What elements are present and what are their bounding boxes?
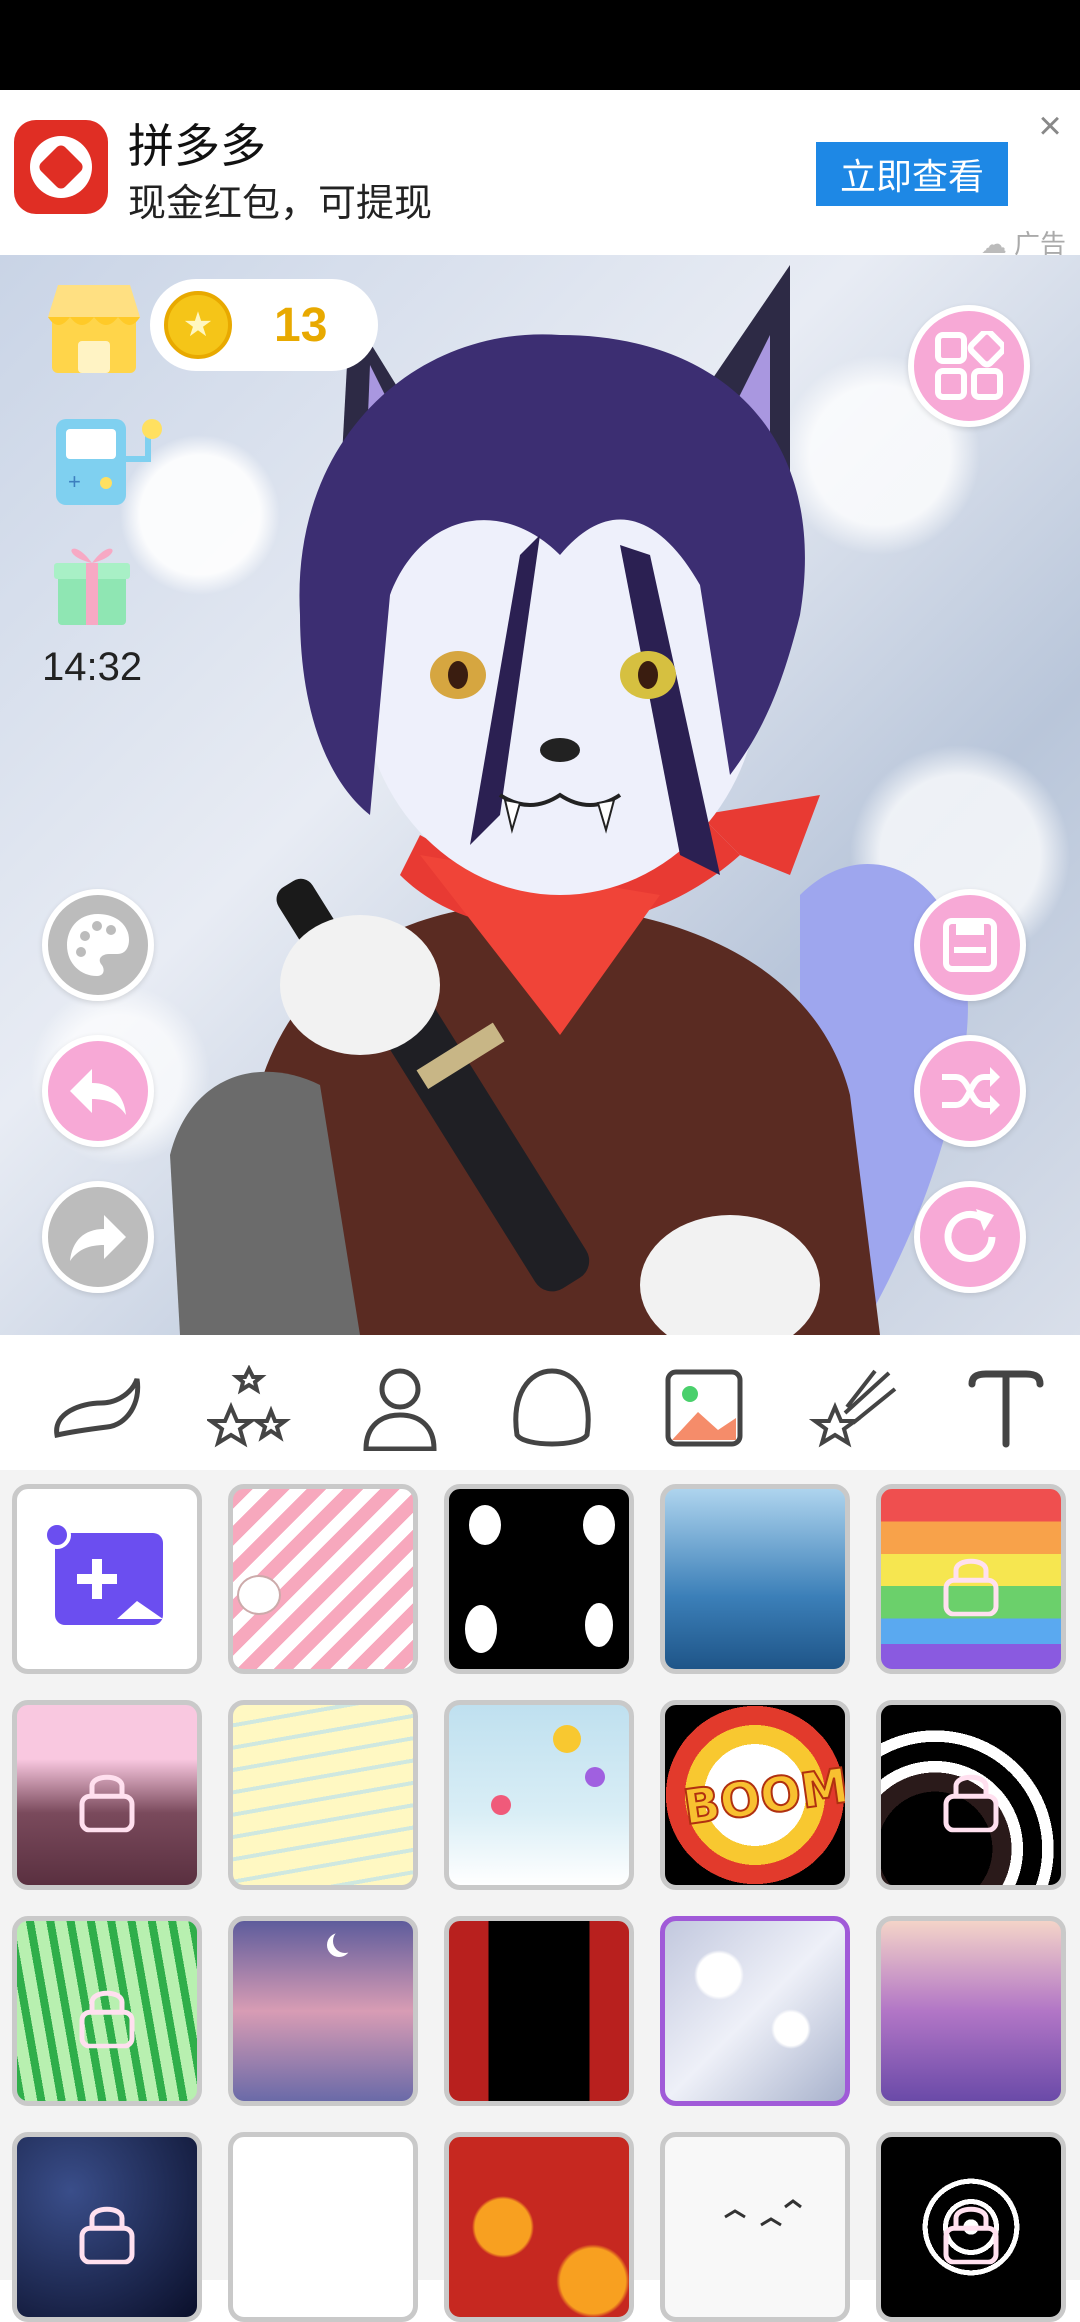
- lock-icon: [79, 1990, 135, 2049]
- gift-icon[interactable]: [52, 535, 132, 627]
- person-icon: [363, 1368, 437, 1451]
- birds-icon: [724, 2199, 802, 2227]
- balloon-icon: [491, 1725, 605, 1815]
- magic-wand-icon: [809, 1369, 897, 1448]
- background-tile-white[interactable]: [228, 2132, 418, 2322]
- background-tile-bokeh[interactable]: [660, 1916, 850, 2106]
- refresh-button[interactable]: [914, 1181, 1026, 1293]
- background-tile-balloons-sky[interactable]: [444, 1700, 634, 1890]
- tab-body[interactable]: [352, 1365, 448, 1451]
- ad-banner[interactable]: 拼多多 现金红包，可提现 立即查看 × ☁ 广告: [0, 90, 1080, 259]
- background-tile-ghosts[interactable]: [444, 1484, 634, 1674]
- boom-text-art: BOOM: [679, 1757, 850, 1838]
- shop-icon[interactable]: [44, 277, 144, 377]
- background-tile-birds[interactable]: [660, 2132, 850, 2322]
- tab-effects[interactable]: [806, 1365, 902, 1451]
- background-grid: BOOM: [0, 1470, 1080, 2322]
- background-tile-lanterns[interactable]: [444, 2132, 634, 2322]
- tab-head[interactable]: [504, 1365, 600, 1451]
- add-image-icon: [43, 1521, 163, 1625]
- stars-icon: [207, 1365, 291, 1448]
- background-tile-underwater[interactable]: [660, 1484, 850, 1674]
- background-tile-yellow-waves[interactable]: [228, 1700, 418, 1890]
- redo-icon: [70, 1215, 126, 1261]
- ghost-icon: [465, 1505, 615, 1653]
- background-tile-boom[interactable]: BOOM: [660, 1700, 850, 1890]
- lock-icon: [943, 1774, 999, 1833]
- background-image-icon: [665, 1369, 743, 1447]
- background-tile-pink-forest[interactable]: [12, 1700, 202, 1890]
- shuffle-button[interactable]: [914, 1035, 1026, 1147]
- svg-text:+: +: [68, 469, 81, 494]
- lock-icon: [943, 1558, 999, 1617]
- save-button[interactable]: [914, 889, 1026, 1001]
- save-icon: [943, 918, 997, 972]
- menu-grid-icon: [935, 331, 1004, 400]
- close-icon[interactable]: ×: [1030, 106, 1070, 146]
- refresh-icon: [944, 1209, 996, 1262]
- redo-button[interactable]: [42, 1181, 154, 1293]
- background-tile-black-swirl[interactable]: [876, 1700, 1066, 1890]
- background-tile-starry-night[interactable]: [12, 2132, 202, 2322]
- status-bar: [0, 0, 1080, 90]
- menu-grid-button[interactable]: [908, 305, 1030, 427]
- background-tile-add-custom[interactable]: [12, 1484, 202, 1674]
- text-icon: [968, 1370, 1044, 1448]
- category-tabs: [0, 1335, 1080, 1470]
- character-canvas[interactable]: ★ 13 + 14:32: [0, 255, 1080, 1335]
- lock-icon: [79, 2206, 135, 2265]
- lock-icon: [79, 1774, 135, 1833]
- tab-background[interactable]: [656, 1365, 752, 1451]
- background-tile-spider-web[interactable]: [876, 2132, 1066, 2322]
- coin-count: 13: [274, 298, 328, 352]
- ad-view-now-button[interactable]: 立即查看: [816, 142, 1008, 206]
- game-machine-icon[interactable]: +: [52, 409, 168, 509]
- heart-bubble-icon: [237, 1575, 281, 1615]
- lock-icon: [943, 2206, 999, 2265]
- ad-title: 拼多多: [128, 120, 266, 172]
- shuffle-icon: [942, 1067, 1000, 1115]
- background-tile-pink-stripes[interactable]: [228, 1484, 418, 1674]
- wing-icon: [54, 1378, 141, 1439]
- background-tile-red-curtain[interactable]: [444, 1916, 634, 2106]
- undo-icon: [70, 1069, 126, 1115]
- coin-icon: ★: [164, 291, 232, 359]
- timer-text: 14:32: [42, 645, 143, 689]
- palette-button[interactable]: [42, 889, 154, 1001]
- tab-stars[interactable]: [202, 1365, 298, 1451]
- background-tile-rainbow[interactable]: [876, 1484, 1066, 1674]
- palette-icon: [67, 914, 129, 976]
- ad-subtitle: 现金红包，可提现: [128, 183, 433, 225]
- background-tile-night-clouds[interactable]: [228, 1916, 418, 2106]
- tab-text[interactable]: [958, 1365, 1054, 1451]
- head-icon: [513, 1368, 591, 1447]
- moon-icon: [333, 1929, 357, 1953]
- pinduoduo-logo-icon: [14, 120, 108, 214]
- background-tile-purple-sparkle[interactable]: [876, 1916, 1066, 2106]
- undo-button[interactable]: [42, 1035, 154, 1147]
- coin-balance: ★ 13: [150, 279, 378, 371]
- tab-wings[interactable]: [48, 1365, 144, 1451]
- background-tile-bamboo[interactable]: [12, 1916, 202, 2106]
